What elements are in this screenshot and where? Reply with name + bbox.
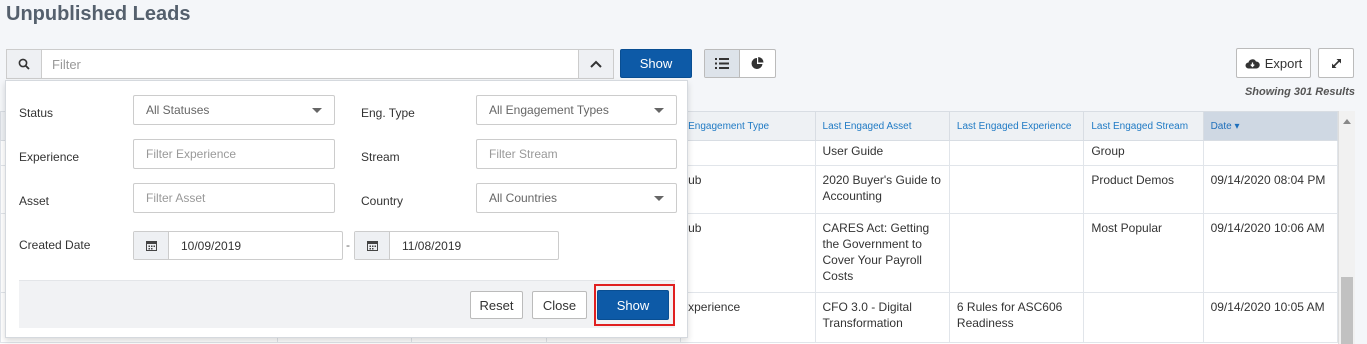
date-separator: - (346, 238, 350, 252)
scroll-up-icon[interactable] (1343, 119, 1351, 124)
date-to-value: 11/08/2019 (402, 238, 462, 253)
page-title: Unpublished Leads (6, 3, 191, 25)
date-from-field[interactable]: 10/09/2019 (133, 231, 343, 260)
country-label: Country (361, 194, 404, 208)
expand-icon (1331, 58, 1341, 68)
filter-bar (6, 49, 614, 79)
country-value: All Countries (489, 191, 558, 205)
export-label: Export (1264, 55, 1303, 71)
filter-panel: Status All Statuses Eng. Type All Engage… (5, 80, 688, 338)
table-header-last-engaged-stream[interactable]: Last Engaged Stream (1083, 111, 1204, 141)
close-button[interactable]: Close (532, 291, 587, 319)
filter-panel-footer: Reset Close Show (19, 280, 675, 328)
results-count: Showing 301 Results (1244, 86, 1355, 98)
table-header-engagement-type[interactable]: Engagement Type (680, 111, 816, 141)
view-toggle (704, 49, 776, 78)
table-cell (948, 165, 1085, 214)
caret-down-icon (312, 107, 322, 113)
table-cell: 09/14/2020 10:06 AM (1202, 213, 1339, 293)
calendar-icon[interactable] (134, 232, 169, 259)
date-from-value: 10/09/2019 (181, 238, 242, 253)
table-cell: CFO 3.0 - Digital Transformation (814, 292, 950, 343)
table-cell: CARES Act: Getting the Government to Cov… (814, 213, 950, 293)
scrollbar-thumb[interactable] (1341, 277, 1353, 344)
table-cell: 6 Rules for ASC606 Readiness (948, 292, 1085, 343)
pie-chart-icon[interactable] (740, 50, 775, 77)
chevron-up-icon[interactable] (578, 50, 613, 78)
reset-button[interactable]: Reset (470, 291, 523, 319)
search-icon[interactable] (7, 50, 42, 78)
stream-label: Stream (361, 150, 400, 164)
asset-input[interactable] (133, 183, 335, 213)
table-cell: User Guide (814, 140, 950, 166)
status-select[interactable]: All Statuses (133, 95, 335, 125)
table-header-last-engaged-asset[interactable]: Last Engaged Asset (814, 111, 950, 141)
date-to-field[interactable]: 11/08/2019 (354, 231, 559, 260)
created-date-label: Created Date (19, 238, 91, 252)
table-cell: Product Demos (1083, 165, 1204, 214)
table-cell: 09/14/2020 08:04 PM (1202, 165, 1339, 214)
list-icon[interactable] (705, 50, 740, 77)
experience-input[interactable] (133, 139, 335, 169)
table-header-last-engaged-experience[interactable]: Last Engaged Experience (948, 111, 1085, 141)
country-select[interactable]: All Countries (476, 183, 677, 213)
stream-input[interactable] (476, 139, 677, 169)
calendar-icon[interactable] (355, 232, 390, 259)
eng-type-value: All Engagement Types (489, 103, 609, 117)
table-cell (948, 213, 1085, 293)
asset-label: Asset (19, 194, 50, 208)
export-button[interactable]: Export (1236, 48, 1311, 78)
caret-down-icon (654, 107, 664, 113)
experience-label: Experience (19, 150, 80, 164)
vertical-scrollbar[interactable] (1338, 111, 1355, 344)
table-cell: Most Popular (1083, 213, 1204, 293)
filter-input[interactable] (42, 50, 578, 78)
table-cell: xperience (680, 292, 816, 343)
cloud-download-icon (1245, 58, 1260, 68)
table-header-date[interactable]: Date ▾ (1202, 111, 1339, 141)
filter-show-button[interactable]: Show (597, 290, 669, 320)
eng-type-select[interactable]: All Engagement Types (476, 95, 677, 125)
table-cell: ub (680, 165, 816, 214)
eng-type-label: Eng. Type (361, 106, 415, 120)
show-button[interactable]: Show (620, 49, 692, 78)
table-cell: ub (680, 213, 816, 293)
table-cell: 09/14/2020 10:05 AM (1202, 292, 1339, 343)
expand-button[interactable] (1318, 48, 1354, 78)
caret-down-icon (654, 195, 664, 201)
table-cell (680, 140, 816, 166)
table-cell (1083, 292, 1204, 343)
status-label: Status (19, 106, 54, 120)
table-cell (948, 140, 1085, 166)
table-cell (1202, 140, 1339, 166)
table-cell: 2020 Buyer's Guide to Accounting (814, 165, 950, 214)
table-cell: Group (1083, 140, 1204, 166)
status-value: All Statuses (146, 103, 210, 117)
